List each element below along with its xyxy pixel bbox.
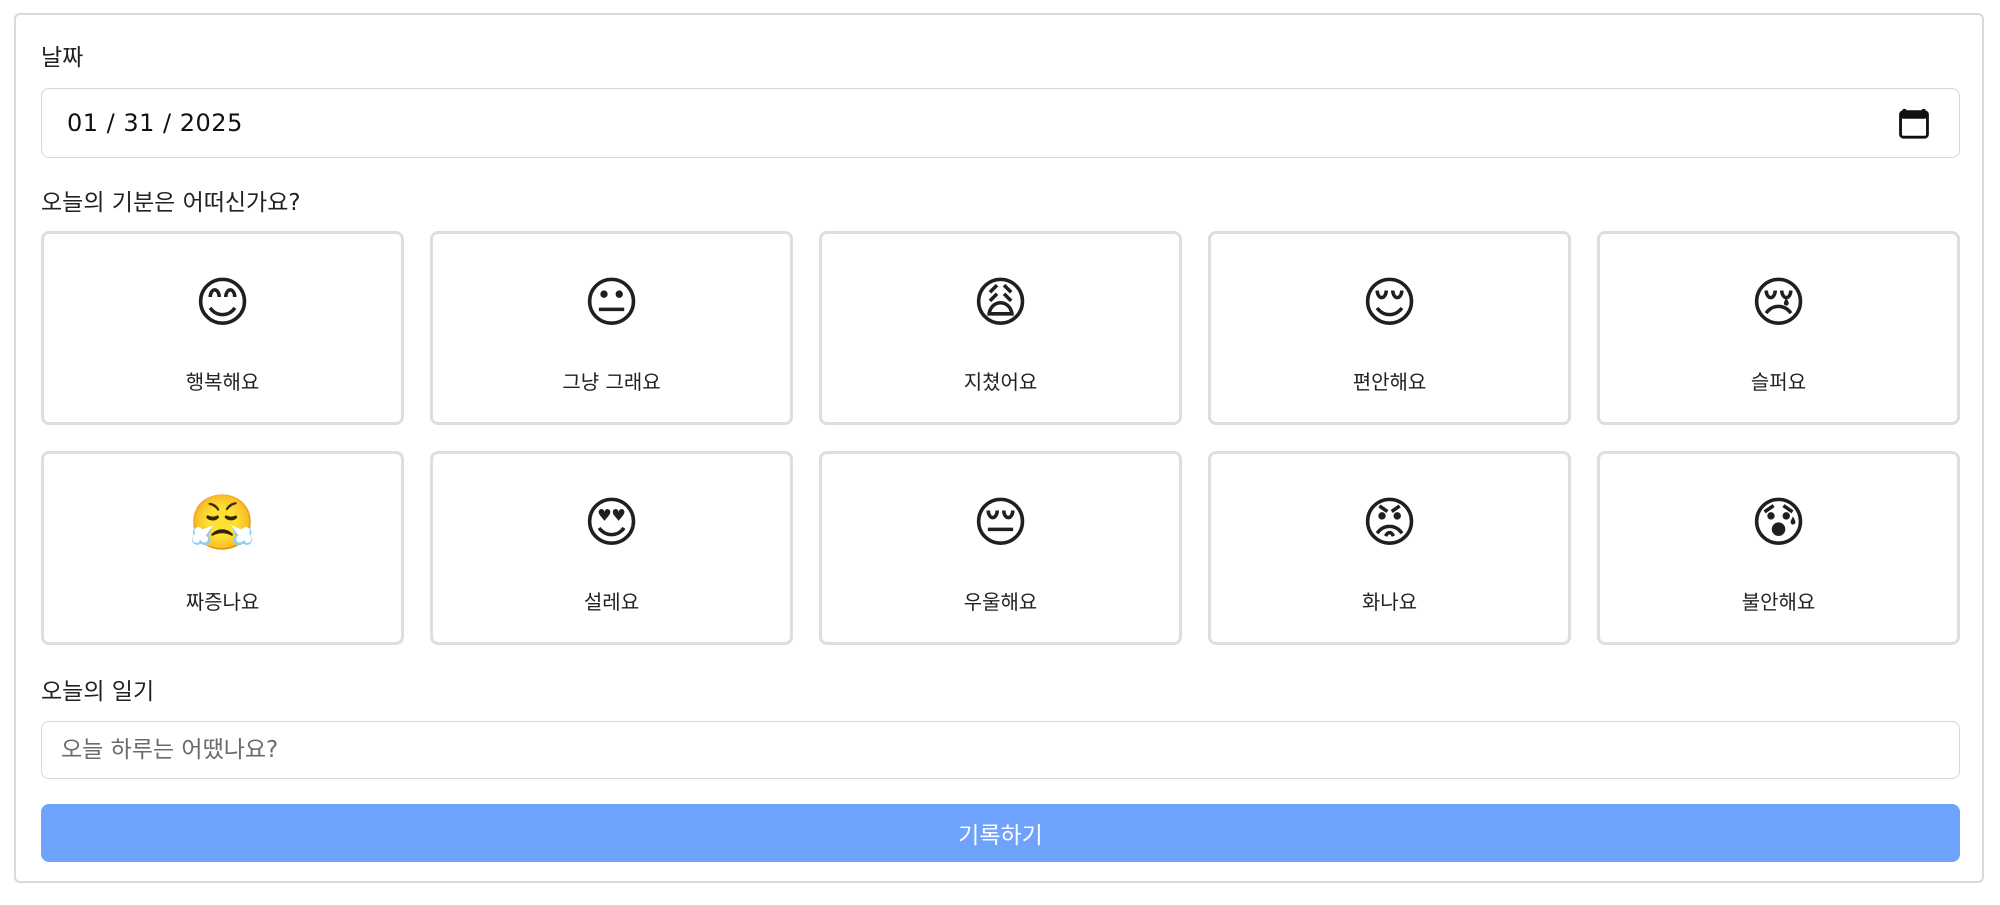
mood-option-excited[interactable]: 😍 설레요 xyxy=(430,451,793,645)
mood-option-label: 불안해요 xyxy=(1741,590,1816,614)
mood-option-label: 우울해요 xyxy=(963,590,1038,614)
anxious-sweat-face-icon: 😰 xyxy=(1750,491,1807,554)
mood-option-label: 행복해요 xyxy=(185,370,260,394)
mood-option-label: 설레요 xyxy=(583,590,640,614)
mood-option-label: 편안해요 xyxy=(1352,370,1427,394)
mood-question-label: 오늘의 기분은 어떠신가요? xyxy=(41,190,301,216)
pensive-face-icon: 😔 xyxy=(972,491,1029,554)
steaming-face-icon: 😤 xyxy=(188,491,257,554)
relieved-face-icon: 😌 xyxy=(1361,271,1418,334)
mood-option-anxious[interactable]: 😰 불안해요 xyxy=(1597,451,1960,645)
submit-button[interactable]: 기록하기 xyxy=(41,804,1960,862)
crying-face-icon: 😢 xyxy=(1750,271,1807,334)
mood-grid: 😊 행복해요 😐 그냥 그래요 😩 지쳤어요 😌 편안해요 😢 슬퍼요 😤 짜증… xyxy=(41,231,1960,645)
mood-option-label: 화나요 xyxy=(1361,590,1418,614)
mood-option-label: 지쳤어요 xyxy=(963,370,1038,394)
date-input[interactable]: 01 / 31 / 2025 xyxy=(41,88,1960,158)
diary-input[interactable] xyxy=(41,721,1960,779)
mood-option-relaxed[interactable]: 😌 편안해요 xyxy=(1208,231,1571,425)
mood-option-annoyed[interactable]: 😤 짜증나요 xyxy=(41,451,404,645)
mood-option-tired[interactable]: 😩 지쳤어요 xyxy=(819,231,1182,425)
date-label: 날짜 xyxy=(41,45,84,71)
mood-option-depressed[interactable]: 😔 우울해요 xyxy=(819,451,1182,645)
neutral-face-icon: 😐 xyxy=(583,271,640,334)
date-value[interactable]: 01 / 31 / 2025 xyxy=(67,111,243,135)
angry-face-icon: 😡 xyxy=(1361,491,1418,554)
mood-option-label: 슬퍼요 xyxy=(1750,370,1807,394)
mood-diary-form: 날짜 01 / 31 / 2025 오늘의 기분은 어떠신가요? 😊 행복해요 … xyxy=(14,13,1984,883)
smiling-face-icon: 😊 xyxy=(194,271,251,334)
weary-face-icon: 😩 xyxy=(972,271,1029,334)
mood-option-label: 짜증나요 xyxy=(185,590,260,614)
mood-option-angry[interactable]: 😡 화나요 xyxy=(1208,451,1571,645)
mood-option-label: 그냥 그래요 xyxy=(562,370,661,394)
diary-label: 오늘의 일기 xyxy=(41,679,155,705)
mood-option-sad[interactable]: 😢 슬퍼요 xyxy=(1597,231,1960,425)
calendar-icon[interactable] xyxy=(1897,106,1931,140)
mood-option-so-so[interactable]: 😐 그냥 그래요 xyxy=(430,231,793,425)
mood-option-happy[interactable]: 😊 행복해요 xyxy=(41,231,404,425)
heart-eyes-icon: 😍 xyxy=(583,491,640,554)
